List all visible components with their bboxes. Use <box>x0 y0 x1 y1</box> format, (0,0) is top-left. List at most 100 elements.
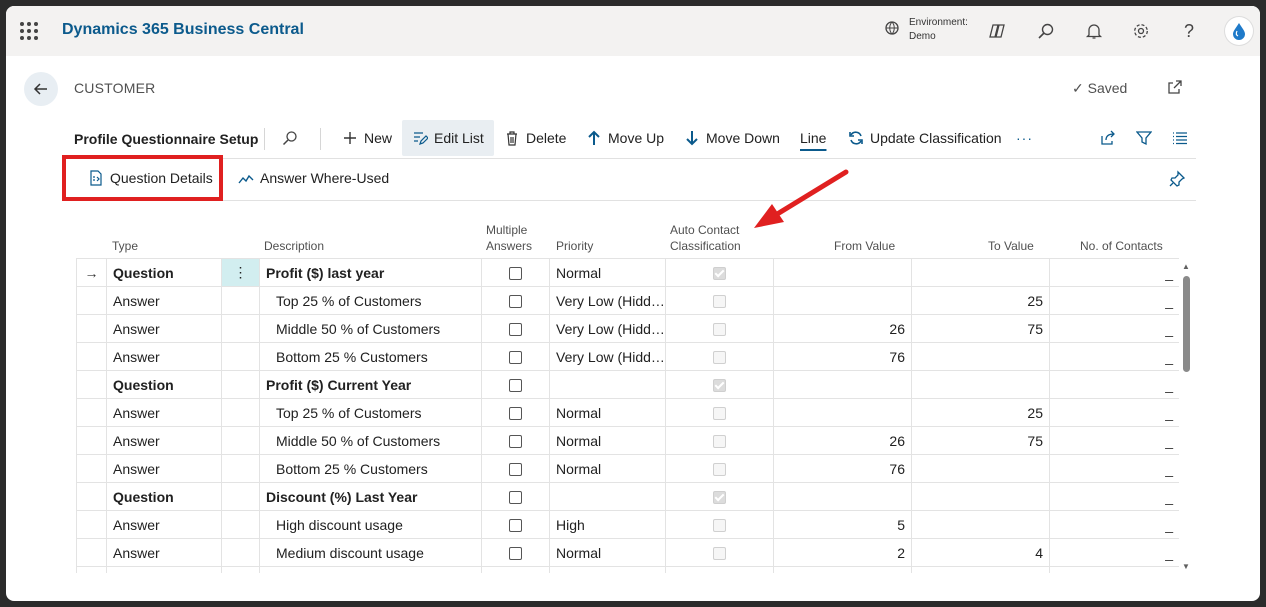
from-value-cell[interactable] <box>773 258 912 287</box>
scroll-up-icon[interactable]: ▲ <box>1182 262 1190 271</box>
row-actions-cell[interactable] <box>221 426 260 455</box>
multiple-answers-checkbox[interactable] <box>509 547 522 561</box>
to-value-cell[interactable] <box>911 482 1050 511</box>
row-actions-cell[interactable] <box>221 510 260 539</box>
bell-icon[interactable] <box>1083 20 1105 42</box>
copilot-icon[interactable] <box>986 20 1008 42</box>
to-value-cell[interactable]: 75 <box>911 314 1050 343</box>
multiple-answers-checkbox[interactable] <box>509 407 522 421</box>
row-actions-cell[interactable] <box>221 314 260 343</box>
column-header-no-of-contacts[interactable]: No. of Contacts <box>1080 238 1163 254</box>
priority-cell[interactable]: Normal <box>549 398 666 427</box>
search-icon[interactable] <box>1035 20 1057 42</box>
from-value-cell[interactable] <box>773 398 912 427</box>
type-cell[interactable]: Question <box>106 482 222 511</box>
multiple-answers-cell[interactable] <box>481 314 550 343</box>
column-header-from-value[interactable]: From Value <box>834 238 895 254</box>
open-new-window-icon[interactable] <box>1166 78 1184 101</box>
multiple-answers-checkbox[interactable] <box>509 519 522 533</box>
table-row[interactable] <box>76 566 1179 573</box>
multiple-answers-cell[interactable] <box>481 286 550 315</box>
scrollbar-thumb[interactable] <box>1183 276 1190 372</box>
type-cell[interactable]: Answer <box>106 342 222 371</box>
table-row[interactable]: Question Discount (%) Last Year _ <box>76 482 1179 511</box>
multiple-answers-cell[interactable] <box>481 426 550 455</box>
to-value-cell[interactable] <box>911 454 1050 483</box>
no-of-contacts-cell[interactable]: _ <box>1049 258 1179 287</box>
no-of-contacts-cell[interactable]: _ <box>1049 398 1179 427</box>
back-button[interactable] <box>24 72 58 106</box>
multiple-answers-cell[interactable] <box>481 342 550 371</box>
description-cell[interactable]: Medium discount usage <box>259 538 482 567</box>
type-cell[interactable]: Question <box>106 258 222 287</box>
list-view-button[interactable] <box>1166 122 1194 154</box>
description-cell[interactable]: Discount (%) Last Year <box>259 482 482 511</box>
type-cell[interactable]: Answer <box>106 398 222 427</box>
move-up-button[interactable]: Move Up <box>580 122 670 154</box>
to-value-cell[interactable] <box>911 370 1050 399</box>
multiple-answers-checkbox[interactable] <box>509 491 522 505</box>
answer-where-used-button[interactable]: Answer Where-Used <box>238 170 389 186</box>
to-value-cell[interactable]: 4 <box>911 538 1050 567</box>
priority-cell[interactable] <box>549 566 666 573</box>
to-value-cell[interactable]: 75 <box>911 426 1050 455</box>
multiple-answers-cell[interactable] <box>481 566 550 573</box>
column-header-to-value[interactable]: To Value <box>988 238 1034 254</box>
description-cell[interactable]: Middle 50 % of Customers <box>259 314 482 343</box>
line-menu-button[interactable]: Line <box>794 122 832 154</box>
table-row[interactable]: → Question ⋮ Profit ($) last year Normal _ <box>76 258 1179 287</box>
description-cell[interactable] <box>259 566 482 573</box>
no-of-contacts-cell[interactable]: _ <box>1049 342 1179 371</box>
multiple-answers-cell[interactable] <box>481 482 550 511</box>
no-of-contacts-cell[interactable]: _ <box>1049 510 1179 539</box>
no-of-contacts-cell[interactable]: _ <box>1049 538 1179 567</box>
update-classification-button[interactable]: Update Classification <box>842 122 1008 154</box>
multiple-answers-checkbox[interactable] <box>509 435 522 449</box>
scroll-down-icon[interactable]: ▼ <box>1182 562 1190 571</box>
to-value-cell[interactable]: 25 <box>911 398 1050 427</box>
description-cell[interactable]: Profit ($) last year <box>259 258 482 287</box>
multiple-answers-checkbox[interactable] <box>509 323 522 337</box>
multiple-answers-cell[interactable] <box>481 258 550 287</box>
priority-cell[interactable] <box>549 482 666 511</box>
type-cell[interactable]: Answer <box>106 426 222 455</box>
multiple-answers-cell[interactable] <box>481 398 550 427</box>
row-actions-cell[interactable] <box>221 454 260 483</box>
more-options-button[interactable]: ··· <box>1010 122 1039 154</box>
priority-cell[interactable]: Very Low (Hidd… <box>549 342 666 371</box>
waffle-icon[interactable] <box>20 22 38 40</box>
column-header-description[interactable]: Description <box>264 238 324 254</box>
type-cell[interactable]: Answer <box>106 286 222 315</box>
description-cell[interactable]: Top 25 % of Customers <box>259 286 482 315</box>
description-cell[interactable]: Bottom 25 % Customers <box>259 342 482 371</box>
table-row[interactable]: Answer Bottom 25 % Customers Normal 76 _ <box>76 454 1179 483</box>
row-actions-cell[interactable] <box>221 538 260 567</box>
from-value-cell[interactable] <box>773 286 912 315</box>
row-actions-cell[interactable] <box>221 342 260 371</box>
column-header-auto-contact-classification[interactable]: Auto Contact Classification <box>670 222 741 254</box>
row-actions-cell[interactable] <box>221 286 260 315</box>
table-row[interactable]: Answer Medium discount usage Normal 2 4 _ <box>76 538 1179 567</box>
to-value-cell[interactable]: 25 <box>911 286 1050 315</box>
column-header-type[interactable]: Type <box>112 238 138 254</box>
from-value-cell[interactable] <box>773 370 912 399</box>
to-value-cell[interactable] <box>911 342 1050 371</box>
description-cell[interactable]: Top 25 % of Customers <box>259 398 482 427</box>
filter-button[interactable] <box>1130 122 1158 154</box>
multiple-answers-cell[interactable] <box>481 510 550 539</box>
multiple-answers-checkbox[interactable] <box>509 463 522 477</box>
table-row[interactable]: Question Profit ($) Current Year _ <box>76 370 1179 399</box>
table-row[interactable]: Answer Top 25 % of Customers Very Low (Hid… <box>76 286 1179 315</box>
priority-cell[interactable]: Normal <box>549 258 666 287</box>
type-cell[interactable] <box>106 566 222 573</box>
multiple-answers-cell[interactable] <box>481 454 550 483</box>
no-of-contacts-cell[interactable]: _ <box>1049 426 1179 455</box>
move-down-button[interactable]: Move Down <box>678 122 786 154</box>
column-header-priority[interactable]: Priority <box>556 238 593 254</box>
type-cell[interactable]: Answer <box>106 314 222 343</box>
from-value-cell[interactable]: 76 <box>773 454 912 483</box>
row-actions-cell[interactable]: ⋮ <box>221 258 260 287</box>
from-value-cell[interactable] <box>773 566 912 573</box>
priority-cell[interactable]: Very Low (Hidd… <box>549 314 666 343</box>
type-cell[interactable]: Answer <box>106 538 222 567</box>
